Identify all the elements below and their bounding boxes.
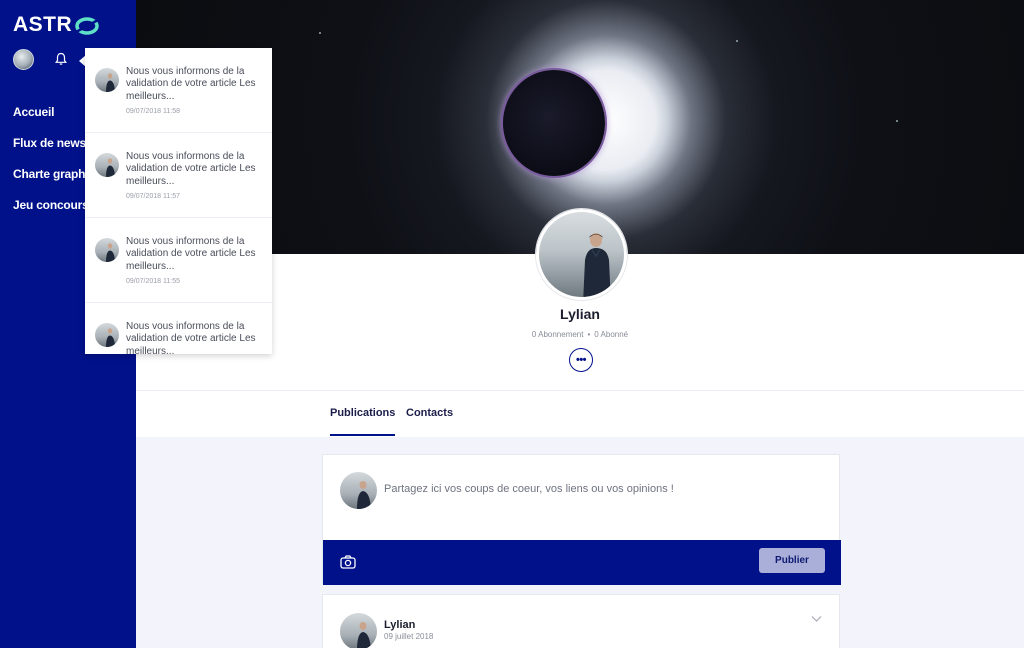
person-silhouette xyxy=(106,243,115,262)
star xyxy=(896,120,898,122)
notification-text: Nous vous informons de la validation de … xyxy=(126,66,256,102)
composer-avatar xyxy=(340,472,377,509)
logo-eye-icon xyxy=(74,17,99,35)
notification-avatar xyxy=(95,68,119,92)
person-silhouette xyxy=(106,328,115,347)
tab-contacts[interactable]: Contacts xyxy=(406,407,453,419)
person-silhouette xyxy=(357,622,371,648)
profile-avatar[interactable] xyxy=(536,209,627,300)
star xyxy=(319,32,321,34)
notification-item[interactable]: Nous vous informons de la validation de … xyxy=(85,303,272,354)
notification-item[interactable]: Nous vous informons de la validation de … xyxy=(85,218,272,303)
subscribers-count[interactable]: 0 Abonné xyxy=(594,330,628,339)
camera-icon[interactable] xyxy=(340,555,356,569)
post-composer: Partagez ici vos coups de coeur, vos lie… xyxy=(322,454,841,585)
chevron-down-icon[interactable] xyxy=(811,615,822,623)
person-silhouette xyxy=(357,481,371,509)
notification-time: 09/07/2018 11:58 xyxy=(126,108,180,115)
post-author-avatar[interactable] xyxy=(340,613,377,648)
app-logo[interactable]: ASTR xyxy=(13,13,99,37)
person-silhouette xyxy=(583,233,611,297)
post-card: Lylian 09 juillet 2018 xyxy=(322,594,840,648)
ellipsis-icon: ••• xyxy=(575,354,587,366)
post-author[interactable]: Lylian xyxy=(384,619,415,631)
eclipse-moon xyxy=(503,70,605,176)
notification-text: Nous vous informons de la validation de … xyxy=(126,151,256,187)
logo-text: ASTR xyxy=(13,13,73,36)
notification-item[interactable]: Nous vous informons de la validation de … xyxy=(85,48,272,133)
more-options-button[interactable]: ••• xyxy=(569,348,593,372)
person-silhouette xyxy=(106,158,115,177)
notification-avatar xyxy=(95,153,119,177)
profile-tabs: Publications Contacts xyxy=(136,390,1024,437)
subscriptions-count[interactable]: 0 Abonnement xyxy=(532,330,584,339)
separator-dot: • xyxy=(587,330,591,339)
user-avatar[interactable] xyxy=(13,49,34,70)
person-silhouette xyxy=(106,73,115,92)
bell-icon[interactable] xyxy=(54,52,68,66)
notification-avatar xyxy=(95,238,119,262)
notification-time: 09/07/2018 11:57 xyxy=(126,193,180,200)
notification-item[interactable]: Nous vous informons de la validation de … xyxy=(85,133,272,218)
notification-text: Nous vous informons de la validation de … xyxy=(126,321,256,354)
notifications-dropdown: Nous vous informons de la validation de … xyxy=(85,48,272,354)
star xyxy=(736,40,738,42)
notification-avatar xyxy=(95,323,119,347)
notification-time: 09/07/2018 11:55 xyxy=(126,278,180,285)
post-date: 09 juillet 2018 xyxy=(384,632,434,641)
tab-publications[interactable]: Publications xyxy=(330,407,396,436)
composer-input[interactable]: Partagez ici vos coups de coeur, vos lie… xyxy=(384,483,674,495)
publish-button[interactable]: Publier xyxy=(759,548,825,573)
composer-toolbar: Publier xyxy=(323,540,841,585)
notification-text: Nous vous informons de la validation de … xyxy=(126,236,256,272)
